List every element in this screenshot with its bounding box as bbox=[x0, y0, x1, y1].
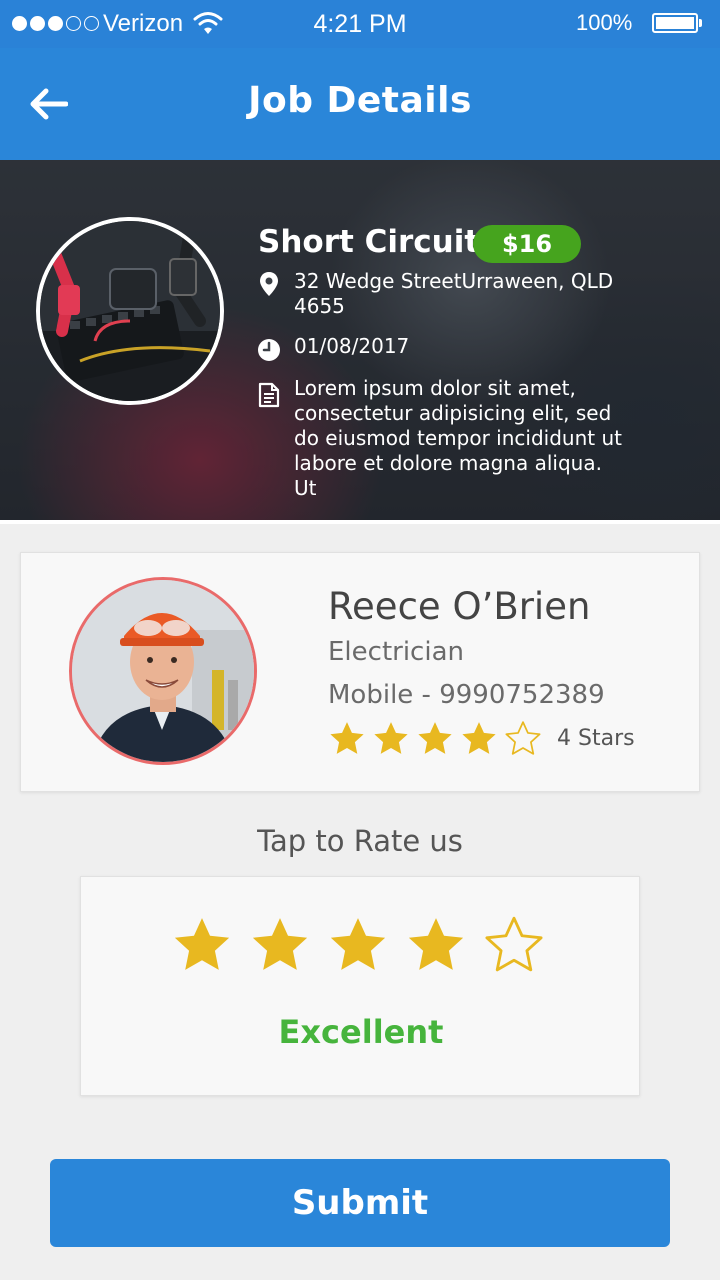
clock-icon bbox=[258, 339, 280, 361]
star-filled-icon bbox=[462, 722, 496, 754]
star-filled-icon bbox=[418, 722, 452, 754]
star-empty-icon bbox=[505, 721, 541, 755]
worker-role: Electrician bbox=[328, 637, 464, 667]
worker-card: Reece O’Brien Electrician Mobile - 99907… bbox=[20, 552, 700, 792]
price-badge: $16 bbox=[473, 225, 581, 263]
rating-label: Excellent bbox=[278, 1013, 444, 1051]
divider bbox=[0, 520, 720, 524]
battery-percent: 100% bbox=[576, 10, 633, 35]
submit-button[interactable]: Submit bbox=[50, 1159, 670, 1247]
worker-name: Reece O’Brien bbox=[328, 585, 591, 628]
document-icon bbox=[258, 382, 280, 408]
location-pin-icon bbox=[260, 272, 278, 296]
worker-rating-label: 4 Stars bbox=[557, 726, 635, 751]
job-description: Lorem ipsum dolor sit amet, consectetur … bbox=[294, 376, 622, 500]
battery-tip bbox=[699, 19, 702, 27]
rating-star-picker bbox=[171, 913, 545, 975]
rate-star-4-icon[interactable] bbox=[405, 913, 467, 975]
rate-star-5-icon[interactable] bbox=[483, 913, 545, 975]
page-title: Job Details bbox=[248, 80, 472, 121]
star-filled-icon bbox=[330, 722, 364, 754]
star-filled-icon bbox=[374, 722, 408, 754]
status-bar: Verizon 4:21 PM 100% bbox=[0, 0, 720, 48]
nav-bar: Job Details bbox=[0, 48, 720, 160]
battery-icon bbox=[652, 13, 698, 33]
rating-card: Excellent bbox=[80, 876, 640, 1096]
job-date: 01/08/2017 bbox=[294, 334, 410, 358]
worker-rating-stars bbox=[328, 719, 542, 757]
job-address: 32 Wedge StreetUrraween, QLD 4655 bbox=[294, 269, 614, 318]
rate-star-2-icon[interactable] bbox=[249, 913, 311, 975]
rate-heading: Tap to Rate us bbox=[257, 824, 463, 858]
job-hero: Short Circuit $16 32 Wedge StreetUrrawee… bbox=[0, 160, 720, 522]
rate-star-3-icon[interactable] bbox=[327, 913, 389, 975]
worker-mobile: Mobile - 9990752389 bbox=[328, 680, 605, 710]
job-image bbox=[36, 217, 224, 405]
avatar bbox=[69, 577, 257, 765]
rate-star-1-icon[interactable] bbox=[171, 913, 233, 975]
job-title: Short Circuit bbox=[258, 224, 480, 260]
